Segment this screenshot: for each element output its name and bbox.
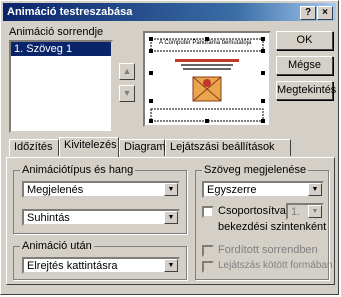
after-animation-label: Animáció után <box>20 240 94 252</box>
text-mode-select[interactable]: Egyszerre ▼ <box>202 181 324 198</box>
tab-effects[interactable]: Kivitelezés <box>59 137 119 157</box>
after-animation-select[interactable]: Elrejtés kattintásra ▼ <box>22 257 180 274</box>
tab-timing[interactable]: Időzítés <box>9 139 59 156</box>
ok-button[interactable]: OK <box>276 31 333 50</box>
help-button[interactable]: ? <box>300 6 316 20</box>
sound-select[interactable]: Suhintás ▼ <box>22 209 180 226</box>
reverse-order-label: Fordított sorrendben <box>218 244 318 256</box>
effect-value: Megjelenés <box>27 184 84 196</box>
grouped-label: Csoportosítva <box>218 205 286 217</box>
move-up-button[interactable]: ▲ <box>119 63 135 80</box>
text-mode-value: Egyszerre <box>207 184 257 196</box>
list-item[interactable]: 1. Szöveg 1 <box>11 42 111 56</box>
grouped-suffix: bekezdési szintenként <box>218 221 327 233</box>
play-in-shape-checkbox[interactable] <box>202 261 214 273</box>
dialog-window: Animáció testreszabása ? × Animáció sorr… <box>0 0 339 295</box>
slide-preview: A Computer Panoráma bemutatója <box>143 31 271 127</box>
sound-value: Suhintás <box>27 212 70 224</box>
preview-button[interactable]: Megtekintés <box>276 81 336 100</box>
chevron-down-icon[interactable]: ▼ <box>164 183 178 196</box>
play-in-shape-label: Lejátszás kötött formában <box>218 260 333 271</box>
tab-playback-settings[interactable]: Lejátszási beállítások <box>165 139 291 156</box>
after-animation-value: Elrejtés kattintásra <box>27 260 118 272</box>
animation-sound-label: Animációtípus és hang <box>20 164 136 176</box>
after-animation-group: Animáció után Elrejtés kattintásra ▼ <box>13 240 187 280</box>
effect-select[interactable]: Megjelenés ▼ <box>22 181 180 198</box>
animation-sound-group: Animációtípus és hang Megjelenés ▼ Suhin… <box>13 164 187 234</box>
slide-title: A Computer Panoráma bemutatója <box>159 40 252 46</box>
cancel-button[interactable]: Mégse <box>276 56 333 75</box>
chevron-down-icon[interactable]: ▼ <box>164 211 178 224</box>
effects-tab-panel: Animációtípus és hang Megjelenés ▼ Suhin… <box>6 157 335 285</box>
close-button[interactable]: × <box>317 6 333 20</box>
reverse-order-checkbox[interactable] <box>202 245 214 257</box>
tab-chart[interactable]: Diagram <box>119 139 166 156</box>
grouped-checkbox[interactable] <box>202 206 214 218</box>
move-down-button[interactable]: ▼ <box>119 85 135 102</box>
text-appearance-group: Szöveg megjelenése Egyszerre ▼ Csoportos… <box>195 164 333 280</box>
animation-order-label: Animáció sorrendje <box>9 26 104 38</box>
dialog-title: Animáció testreszabása <box>7 6 133 18</box>
chevron-down-icon[interactable]: ▼ <box>308 183 322 196</box>
chevron-down-icon[interactable]: ▼ <box>308 205 322 218</box>
animation-order-list[interactable]: 1. Szöveg 1 <box>9 40 113 133</box>
grouped-level-select[interactable]: 1. ▼ <box>286 203 324 220</box>
text-appearance-label: Szöveg megjelenése <box>202 164 309 176</box>
chevron-down-icon[interactable]: ▼ <box>164 259 178 272</box>
slide-thumbnail <box>149 37 265 123</box>
grouped-level-value: 1. <box>291 206 301 218</box>
title-bar: Animáció testreszabása ? × <box>3 3 336 21</box>
